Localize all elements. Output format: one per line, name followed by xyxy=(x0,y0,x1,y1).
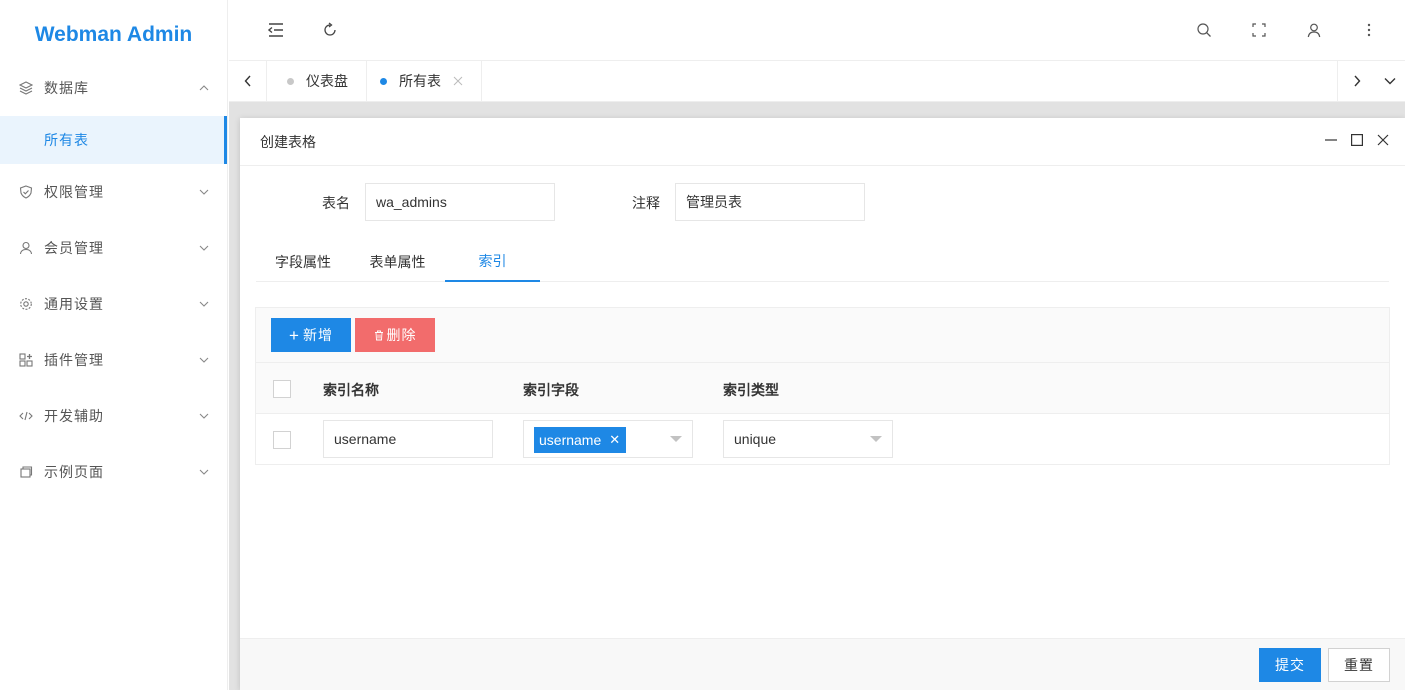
index-name-input[interactable] xyxy=(323,420,493,458)
add-button-label: 新增 xyxy=(302,327,333,343)
tabs-dropdown-icon[interactable] xyxy=(1375,61,1405,101)
apps-icon xyxy=(18,352,34,368)
page-tab-dashboard[interactable]: 仪表盘 xyxy=(267,61,367,101)
index-type-value: unique xyxy=(734,431,777,447)
sidebar-item-permissions[interactable]: 权限管理 xyxy=(0,164,227,220)
user-icon xyxy=(18,240,34,256)
caret-down-icon xyxy=(870,436,882,442)
column-header: 索引名称 xyxy=(323,383,379,399)
sidebar-item-label: 示例页面 xyxy=(44,465,104,481)
sidebar-item-dev-tools[interactable]: 开发辅助 xyxy=(0,388,227,444)
maximize-icon[interactable] xyxy=(1349,132,1365,148)
table-header: 索引名称 索引字段 索引类型 xyxy=(256,363,1389,414)
sidebar-subitem-all-tables[interactable]: 所有表 xyxy=(0,116,227,164)
caret-down-icon xyxy=(670,436,682,442)
reset-button[interactable]: 重置 xyxy=(1328,648,1390,682)
layers-icon xyxy=(18,80,34,96)
sidebar-item-database[interactable]: 数据库 xyxy=(0,70,227,106)
delete-button-label: 删除 xyxy=(386,327,417,343)
fullscreen-icon[interactable] xyxy=(1248,19,1270,41)
refresh-icon[interactable] xyxy=(319,19,341,41)
top-header xyxy=(229,0,1405,61)
comment-label: 注释 xyxy=(632,196,660,212)
selected-field-tag: username ✕ xyxy=(534,427,627,453)
page-tab-label: 仪表盘 xyxy=(306,74,348,90)
tab-index[interactable]: 索引 xyxy=(445,242,540,282)
dialog-footer: 提交 重置 xyxy=(240,638,1405,690)
sidebar-item-label: 权限管理 xyxy=(44,185,104,201)
gear-icon xyxy=(18,296,34,312)
code-icon xyxy=(18,408,34,424)
app-logo[interactable]: Webman Admin xyxy=(0,0,227,70)
selected-field-tag-label: username xyxy=(539,432,602,448)
chevron-down-icon xyxy=(199,467,209,477)
plus-icon: + xyxy=(289,325,300,345)
close-icon[interactable] xyxy=(1375,132,1391,148)
chevron-down-icon xyxy=(199,299,209,309)
column-header: 索引字段 xyxy=(523,383,579,399)
sidebar-item-label: 开发辅助 xyxy=(44,409,104,425)
sidebar-item-examples[interactable]: 示例页面 xyxy=(0,444,227,500)
page-tab-label: 所有表 xyxy=(399,74,441,90)
sidebar-item-settings[interactable]: 通用设置 xyxy=(0,276,227,332)
table-name-input[interactable] xyxy=(365,183,555,221)
trash-icon xyxy=(374,330,384,341)
row-checkbox[interactable] xyxy=(273,431,291,449)
dialog-controls xyxy=(1323,132,1391,148)
table-row: username ✕ unique xyxy=(256,414,1389,465)
chevron-down-icon xyxy=(199,411,209,421)
page-tabs-bar: 仪表盘 所有表 xyxy=(229,61,1405,102)
sidebar-item-members[interactable]: 会员管理 xyxy=(0,220,227,276)
user-icon[interactable] xyxy=(1303,19,1325,41)
create-table-dialog: 创建表格 表名 注释 字段属性 表单属性 索引 + 新增 删 xyxy=(240,118,1405,690)
comment-input[interactable] xyxy=(675,183,865,221)
add-button[interactable]: + 新增 xyxy=(271,318,351,352)
page-icon xyxy=(18,464,34,480)
page-tab-all-tables[interactable]: 所有表 xyxy=(364,61,482,101)
tabs-scroll-right-icon[interactable] xyxy=(1337,61,1375,101)
chevron-down-icon xyxy=(199,355,209,365)
close-tab-icon[interactable] xyxy=(453,76,463,86)
submit-button[interactable]: 提交 xyxy=(1259,648,1321,682)
table-toolbar: + 新增 删除 xyxy=(256,308,1389,363)
tabs-scroll-left-icon[interactable] xyxy=(229,61,267,101)
sidebar: Webman Admin 数据库 所有表 权限管理 会员管理 通用设置 插件管理… xyxy=(0,0,228,690)
dialog-tabs: 字段属性 表单属性 索引 xyxy=(256,242,1389,282)
dialog-title: 创建表格 xyxy=(240,118,1405,166)
sidebar-item-label: 通用设置 xyxy=(44,297,104,313)
chevron-down-icon xyxy=(199,187,209,197)
sidebar-item-label: 数据库 xyxy=(44,81,89,97)
column-header: 索引类型 xyxy=(723,383,779,399)
index-type-select[interactable]: unique xyxy=(723,420,893,458)
tab-field-properties[interactable]: 字段属性 xyxy=(256,242,350,282)
minimize-icon[interactable] xyxy=(1323,132,1339,148)
tab-form-properties[interactable]: 表单属性 xyxy=(350,242,445,282)
index-field-multiselect[interactable]: username ✕ xyxy=(523,420,693,458)
sidebar-item-label: 插件管理 xyxy=(44,353,104,369)
sidebar-item-plugins[interactable]: 插件管理 xyxy=(0,332,227,388)
delete-button[interactable]: 删除 xyxy=(355,318,435,352)
chevron-up-icon xyxy=(199,83,209,93)
select-all-checkbox[interactable] xyxy=(273,380,291,398)
more-vertical-icon[interactable] xyxy=(1358,19,1380,41)
table-name-label: 表名 xyxy=(322,196,350,212)
index-table: + 新增 删除 索引名称 索引字段 索引类型 username ✕ xyxy=(255,307,1390,465)
tab-dot-icon xyxy=(380,77,387,85)
chevron-down-icon xyxy=(199,243,209,253)
menu-fold-icon[interactable] xyxy=(265,19,287,41)
sidebar-item-label: 会员管理 xyxy=(44,241,104,257)
shield-icon xyxy=(18,184,34,200)
tab-dot-icon xyxy=(287,77,294,85)
search-icon[interactable] xyxy=(1193,19,1215,41)
remove-tag-icon[interactable]: ✕ xyxy=(609,432,620,448)
